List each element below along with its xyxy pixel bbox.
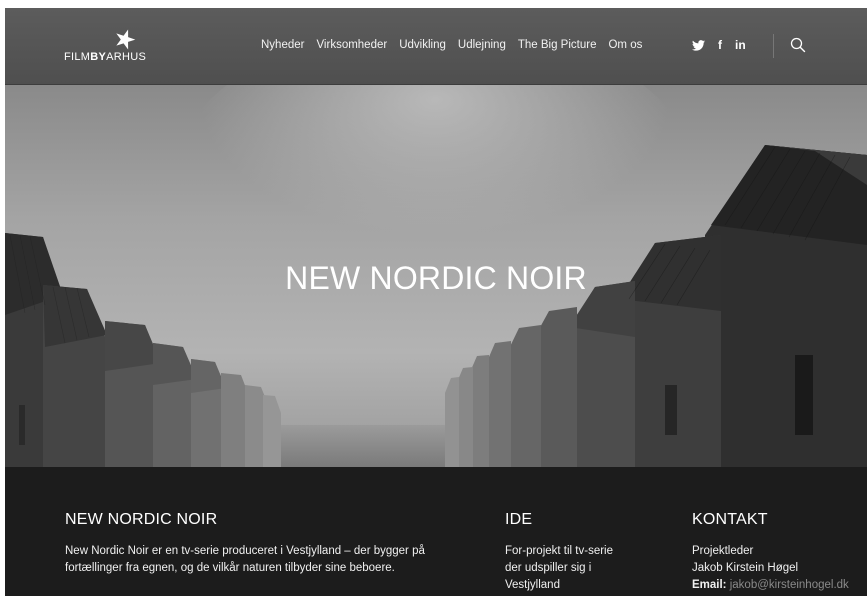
nav-item-udlejning[interactable]: Udlejning (452, 38, 512, 52)
idea-column: IDE For-projekt til tv-serie der udspill… (505, 511, 615, 594)
header-divider (773, 34, 774, 58)
page: FILMBYARHUS Nyheder Virksomheder Udvikli… (0, 0, 867, 596)
contact-role: Projektleder (692, 545, 754, 557)
about-heading: NEW NORDIC NOIR (65, 511, 218, 528)
facebook-icon[interactable]: f (718, 38, 722, 52)
about-column: NEW NORDIC NOIR New Nordic Noir er en tv… (65, 511, 435, 577)
contact-email-row: Email: jakob@kirsteinhogel.dk (692, 577, 867, 594)
nav-item-nyheder[interactable]: Nyheder (255, 38, 310, 52)
about-text: New Nordic Noir er en tv-serie producere… (65, 545, 425, 574)
project-info: NEW NORDIC NOIR New Nordic Noir er en tv… (5, 467, 867, 596)
social-links: f in (692, 38, 746, 52)
star-icon (116, 29, 136, 50)
logo-text: FILMBYARHUS (64, 51, 147, 63)
idea-heading: IDE (505, 511, 533, 528)
nav-item-the-big-picture[interactable]: The Big Picture (512, 38, 603, 52)
contact-heading: KONTAKT (692, 511, 768, 528)
hero-banner: NEW NORDIC NOIR (5, 85, 867, 467)
nav-item-udvikling[interactable]: Udvikling (393, 38, 452, 52)
nav-item-om-os[interactable]: Om os (602, 38, 648, 52)
hero-title: NEW NORDIC NOIR (285, 260, 587, 296)
search-icon[interactable] (790, 37, 806, 53)
nav-item-virksomheder[interactable]: Virksomheder (310, 38, 393, 52)
contact-column: KONTAKT Projektleder Jakob Kirstein Høge… (692, 511, 867, 594)
idea-text: For-projekt til tv-serie der udspiller s… (505, 545, 613, 591)
main-nav: Nyheder Virksomheder Udvikling Udlejning… (255, 38, 648, 52)
email-link[interactable]: jakob@kirsteinhogel.dk (730, 579, 849, 591)
site-logo[interactable]: FILMBYARHUS (64, 28, 164, 68)
site-header: FILMBYARHUS Nyheder Virksomheder Udvikli… (5, 8, 867, 85)
email-label: Email: (692, 579, 727, 591)
contact-name: Jakob Kirstein Høgel (692, 562, 799, 574)
linkedin-icon[interactable]: in (735, 38, 746, 52)
twitter-icon[interactable] (692, 39, 705, 51)
